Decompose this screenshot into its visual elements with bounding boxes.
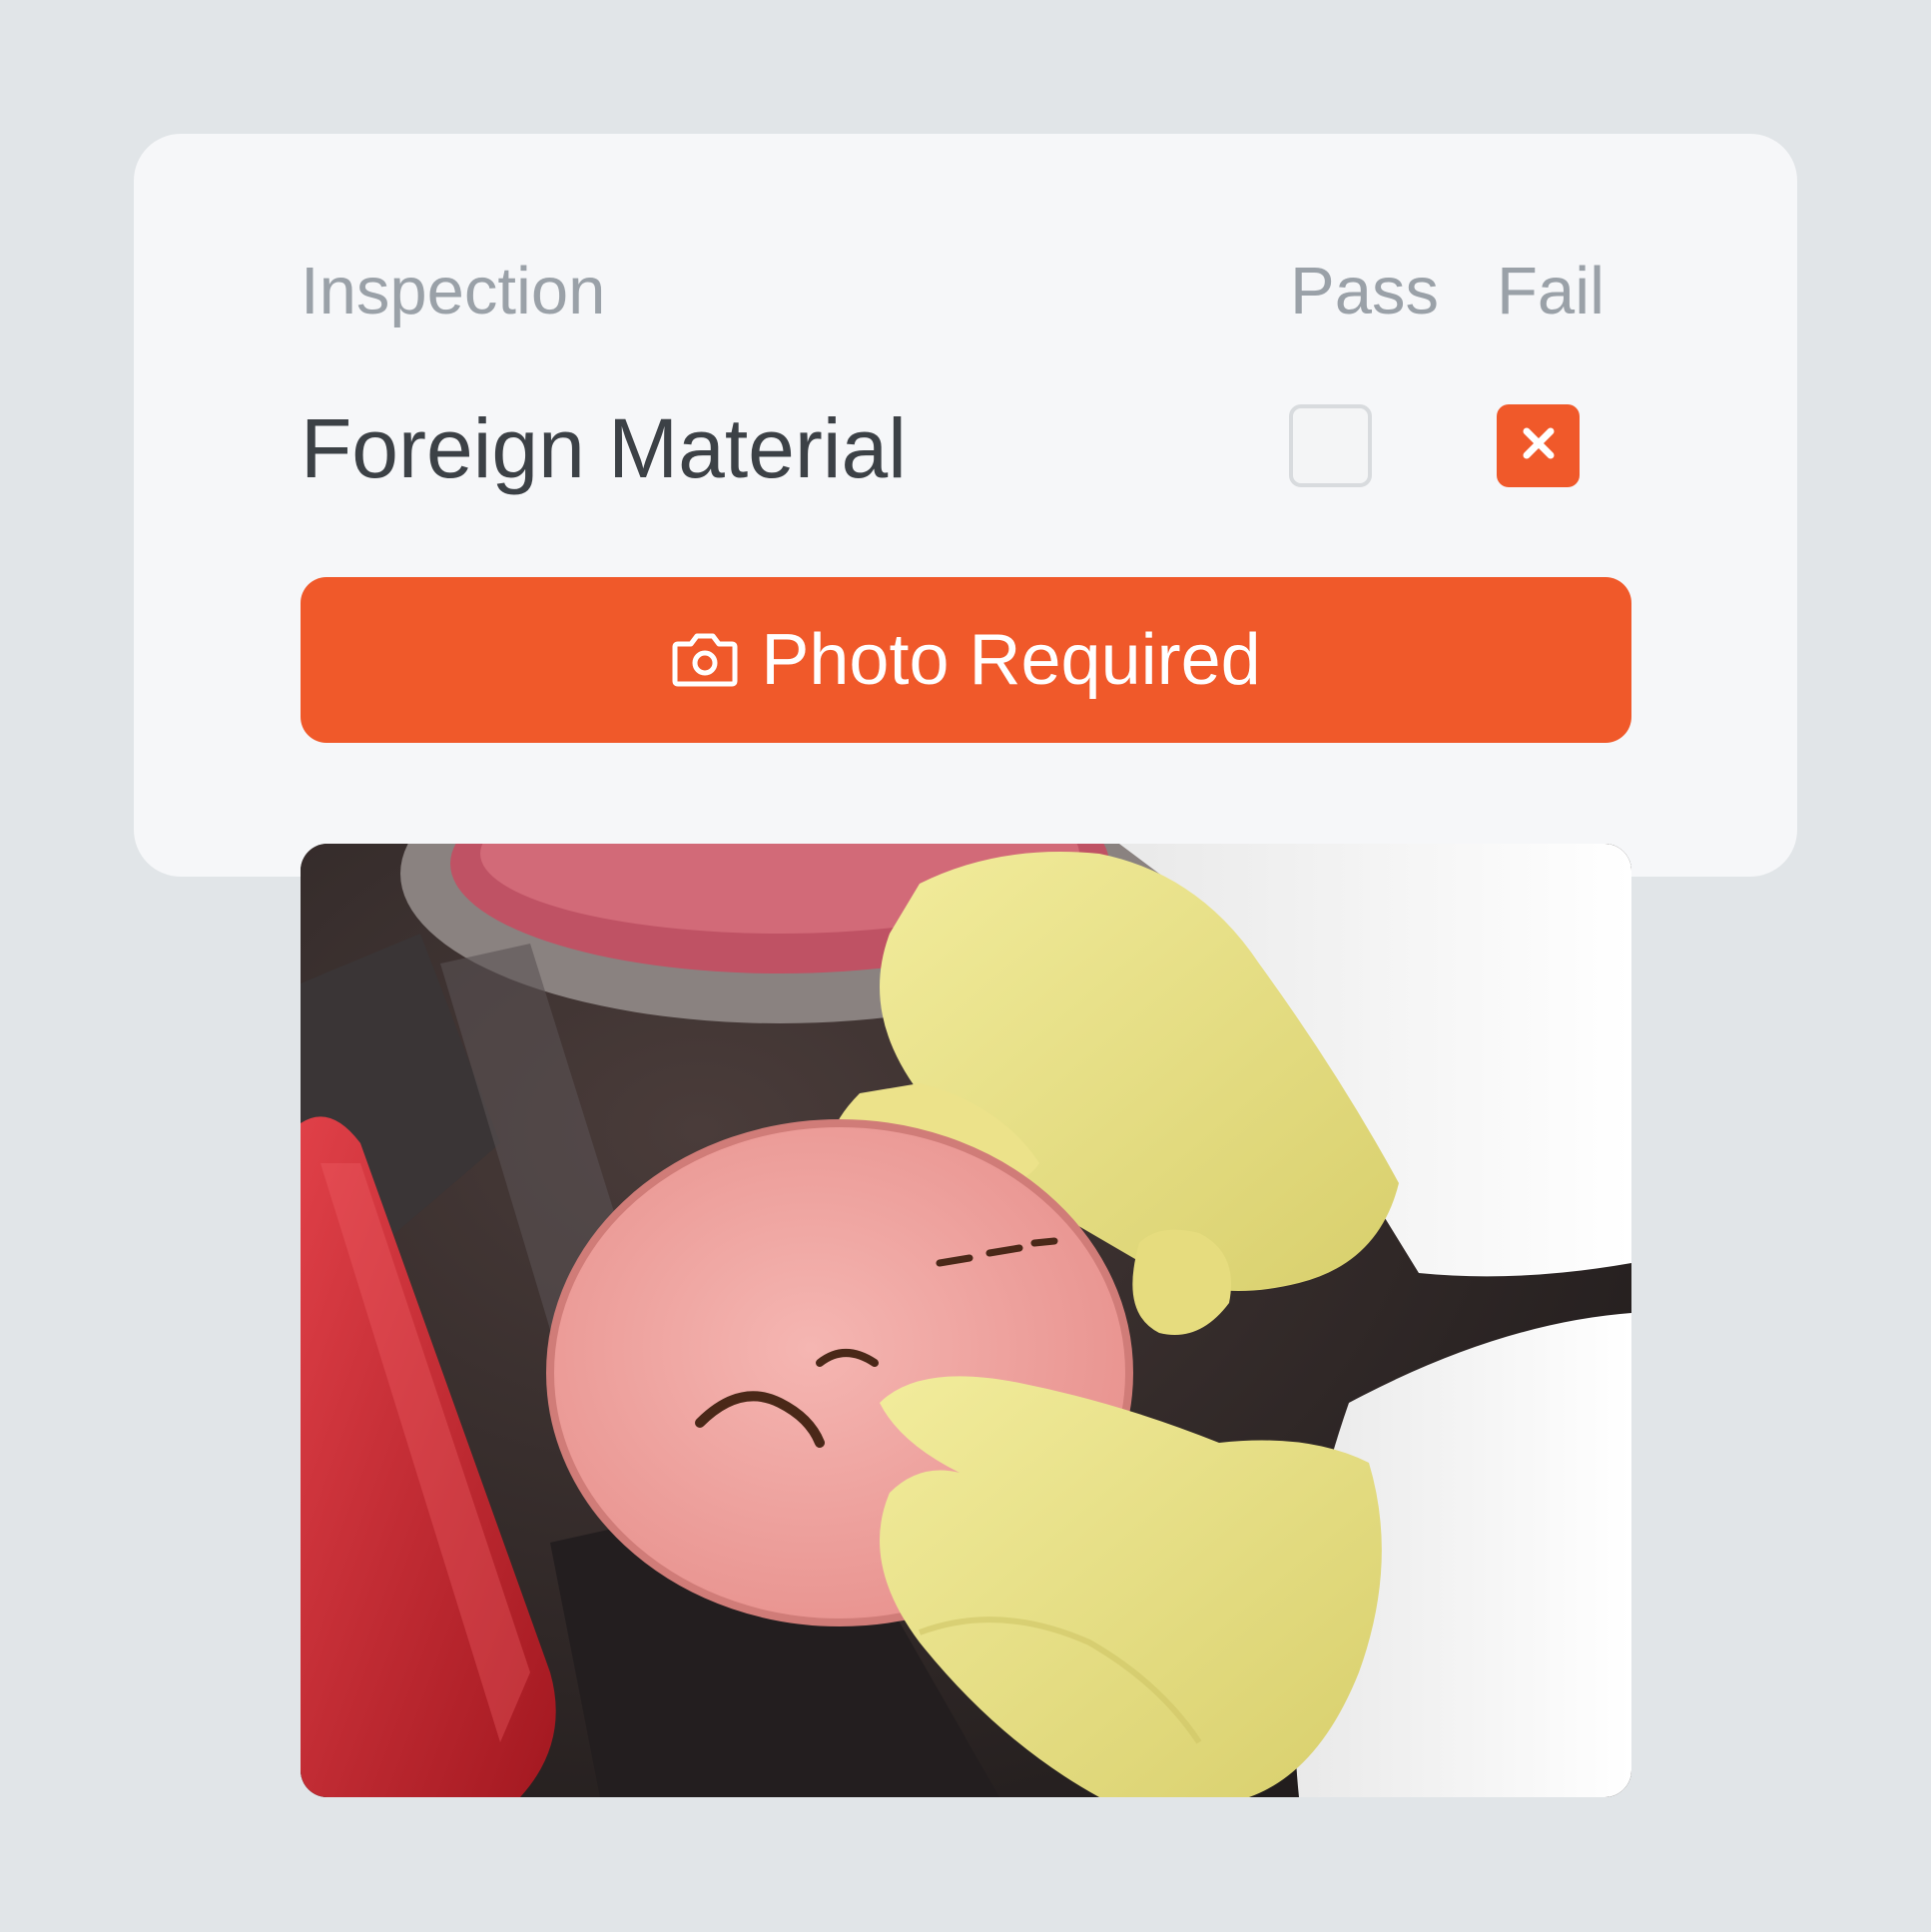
- photo-required-label: Photo Required: [761, 620, 1261, 700]
- inspection-card: [134, 134, 1797, 877]
- foreign-material-photo: [301, 844, 1631, 1797]
- pass-checkbox[interactable]: [1289, 404, 1372, 487]
- camera-icon: [671, 632, 739, 688]
- inspection-column-header: Inspection: [301, 254, 606, 328]
- close-icon: [1522, 426, 1556, 465]
- fail-checkbox[interactable]: [1497, 404, 1580, 487]
- fail-column-header: Fail: [1497, 254, 1605, 328]
- inspection-item-label: Foreign Material: [301, 401, 907, 495]
- pass-column-header: Pass: [1290, 254, 1439, 328]
- photo-required-button[interactable]: Photo Required: [301, 577, 1631, 743]
